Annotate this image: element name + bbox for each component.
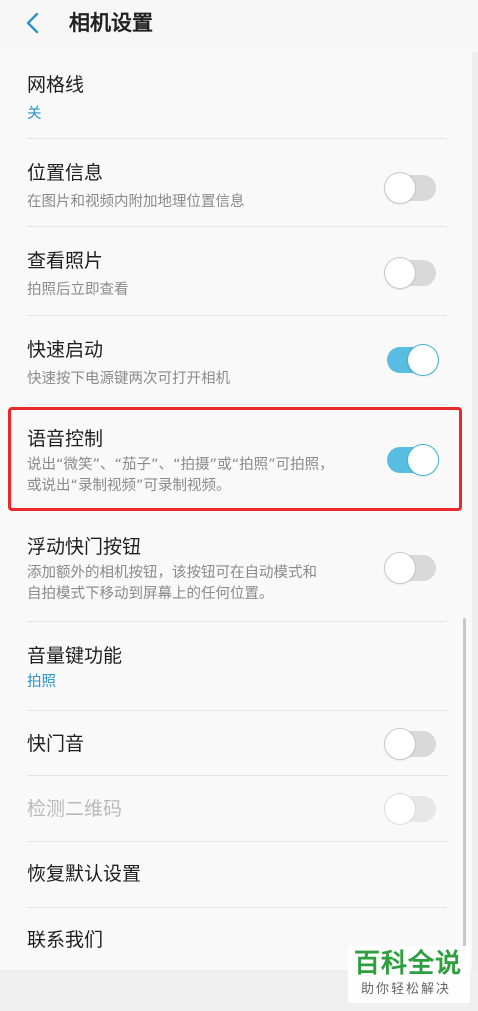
back-button[interactable] <box>18 8 48 38</box>
setting-floating-shutter-title: 浮动快门按钮 <box>27 536 142 558</box>
setting-review-title: 查看照片 <box>27 250 104 272</box>
setting-floating-shutter[interactable]: 浮动快门按钮 添加额外的相机按钮，该按钮可在自动模式和 自拍模式下移动到屏幕上的… <box>27 534 447 620</box>
scrollbar[interactable] <box>463 618 466 958</box>
review-toggle[interactable] <box>385 258 436 288</box>
page-title: 相机设置 <box>69 11 153 35</box>
toggle-knob <box>385 794 415 824</box>
setting-reset[interactable]: 恢复默认设置 <box>27 858 447 898</box>
settings-list: 网格线 关 位置信息 在图片和视频内附加地理位置信息 查看照片 拍照后立即查看 … <box>0 52 478 970</box>
qr-detect-toggle <box>385 794 436 824</box>
setting-location-title: 位置信息 <box>27 162 104 184</box>
setting-floating-shutter-subtitle-line2: 自拍模式下移动到屏幕上的任何位置。 <box>27 586 274 602</box>
setting-contact-title: 联系我们 <box>27 929 104 951</box>
divider <box>27 841 447 842</box>
setting-volume-key[interactable]: 音量键功能 拍照 <box>27 639 447 701</box>
chevron-left-icon <box>26 12 39 34</box>
setting-shutter-sound-title: 快门音 <box>27 733 85 755</box>
watermark-title: 百科全说 <box>354 949 463 979</box>
setting-review[interactable]: 查看照片 拍照后立即查看 <box>27 244 447 306</box>
setting-quick-launch-title: 快速启动 <box>27 339 104 361</box>
highlight-box <box>8 407 462 511</box>
setting-quick-launch-subtitle: 快速按下电源键两次可打开相机 <box>27 371 230 387</box>
setting-grid-title: 网格线 <box>27 74 85 96</box>
divider <box>27 907 447 908</box>
toggle-knob <box>385 173 415 203</box>
watermark-subtitle: 助你轻松解决 <box>361 982 452 997</box>
setting-volume-key-value: 拍照 <box>27 674 56 690</box>
header: 相机设置 <box>0 0 478 52</box>
setting-grid-value: 关 <box>27 106 42 122</box>
setting-location-subtitle: 在图片和视频内附加地理位置信息 <box>27 194 245 210</box>
location-toggle[interactable] <box>385 173 436 203</box>
divider <box>27 138 447 139</box>
camera-settings-screen: 相机设置 网格线 关 位置信息 在图片和视频内附加地理位置信息 查看照片 拍照后… <box>0 0 478 1011</box>
setting-qr-detect: 检测二维码 <box>27 793 447 833</box>
divider <box>27 621 447 622</box>
quick-launch-toggle[interactable] <box>387 345 438 375</box>
setting-volume-key-title: 音量键功能 <box>27 645 123 667</box>
setting-shutter-sound[interactable]: 快门音 <box>27 728 447 768</box>
divider <box>27 315 447 316</box>
setting-reset-title: 恢复默认设置 <box>27 863 142 885</box>
divider <box>27 710 447 711</box>
toggle-knob <box>385 258 415 288</box>
setting-floating-shutter-subtitle-line1: 添加额外的相机按钮，该按钮可在自动模式和 <box>27 565 317 581</box>
floating-shutter-toggle[interactable] <box>385 553 436 583</box>
toggle-knob <box>385 729 415 759</box>
shutter-sound-toggle[interactable] <box>385 729 436 759</box>
setting-qr-detect-title: 检测二维码 <box>27 798 123 820</box>
setting-review-subtitle: 拍照后立即查看 <box>27 282 129 298</box>
watermark: 百科全说 助你轻松解决 <box>348 946 470 1003</box>
setting-quick-launch[interactable]: 快速启动 快速按下电源键两次可打开相机 <box>27 333 447 395</box>
toggle-knob <box>385 553 415 583</box>
toggle-knob <box>408 345 438 375</box>
divider <box>27 404 447 405</box>
divider <box>27 226 447 227</box>
setting-location[interactable]: 位置信息 在图片和视频内附加地理位置信息 <box>27 156 447 218</box>
setting-grid[interactable]: 网格线 关 <box>27 68 447 130</box>
divider <box>27 775 447 776</box>
